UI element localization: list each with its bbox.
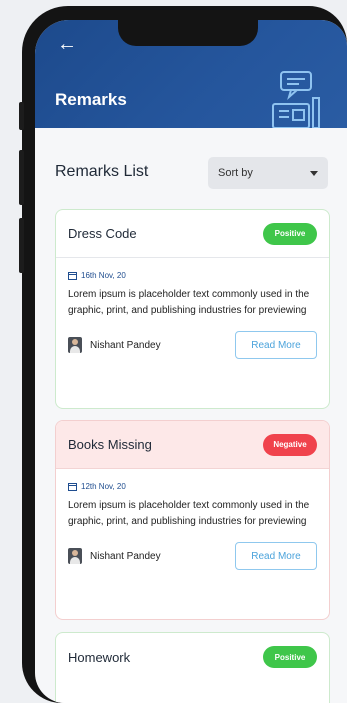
date-text: 12th Nov, 20 <box>81 482 126 491</box>
remark-card-header: Homework Positive <box>56 633 329 681</box>
read-more-button[interactable]: Read More <box>235 542 317 570</box>
remark-title: Homework <box>68 649 131 665</box>
calendar-icon <box>68 272 77 280</box>
remark-card[interactable]: Books Missing Negative 12th Nov, 20 Lore… <box>55 420 330 620</box>
app-screen: ← Remarks Remarks List Sort by Dress Cod… <box>35 20 347 703</box>
author-name: Nishant Pandey <box>90 550 161 562</box>
remark-footer: Nishant Pandey Read More <box>68 331 317 359</box>
remark-date: 16th Nov, 20 <box>68 271 329 280</box>
remark-description: Lorem ipsum is placeholder text commonly… <box>68 500 310 527</box>
date-text: 16th Nov, 20 <box>81 271 126 280</box>
arrow-left-icon[interactable]: ← <box>57 34 77 54</box>
sort-label: Sort by <box>218 167 253 179</box>
avatar <box>68 548 82 564</box>
remark-date: 12th Nov, 20 <box>68 482 329 491</box>
remark-card-header: Books Missing Negative <box>56 421 329 469</box>
remark-description: Lorem ipsum is placeholder text commonly… <box>68 289 310 316</box>
remark-title: Books Missing <box>68 437 152 452</box>
remark-card-header: Dress Code Positive <box>56 210 329 258</box>
remark-footer: Nishant Pandey Read More <box>68 542 317 570</box>
status-badge: Positive <box>263 222 317 245</box>
author-name: Nishant Pandey <box>90 339 161 351</box>
remark-author: Nishant Pandey <box>68 548 161 564</box>
remark-card[interactable]: Homework Positive <box>55 632 330 703</box>
side-button <box>19 102 24 130</box>
status-badge: Positive <box>263 646 317 668</box>
chevron-down-icon <box>310 170 318 176</box>
remark-author: Nishant Pandey <box>68 337 161 353</box>
sort-dropdown[interactable]: Sort by <box>208 157 328 189</box>
remark-title: Dress Code <box>68 226 137 241</box>
page-title: Remarks <box>55 90 127 109</box>
remarks-illustration-icon <box>272 71 320 128</box>
calendar-icon <box>68 483 77 491</box>
status-badge: Negative <box>263 433 317 456</box>
phone-notch <box>118 20 258 46</box>
avatar <box>68 337 82 353</box>
side-button <box>19 218 24 273</box>
remark-card[interactable]: Dress Code Positive 16th Nov, 20 Lorem i… <box>55 209 330 409</box>
remarks-list-heading: Remarks List <box>55 163 149 180</box>
side-button <box>19 150 24 205</box>
read-more-button[interactable]: Read More <box>235 331 317 359</box>
